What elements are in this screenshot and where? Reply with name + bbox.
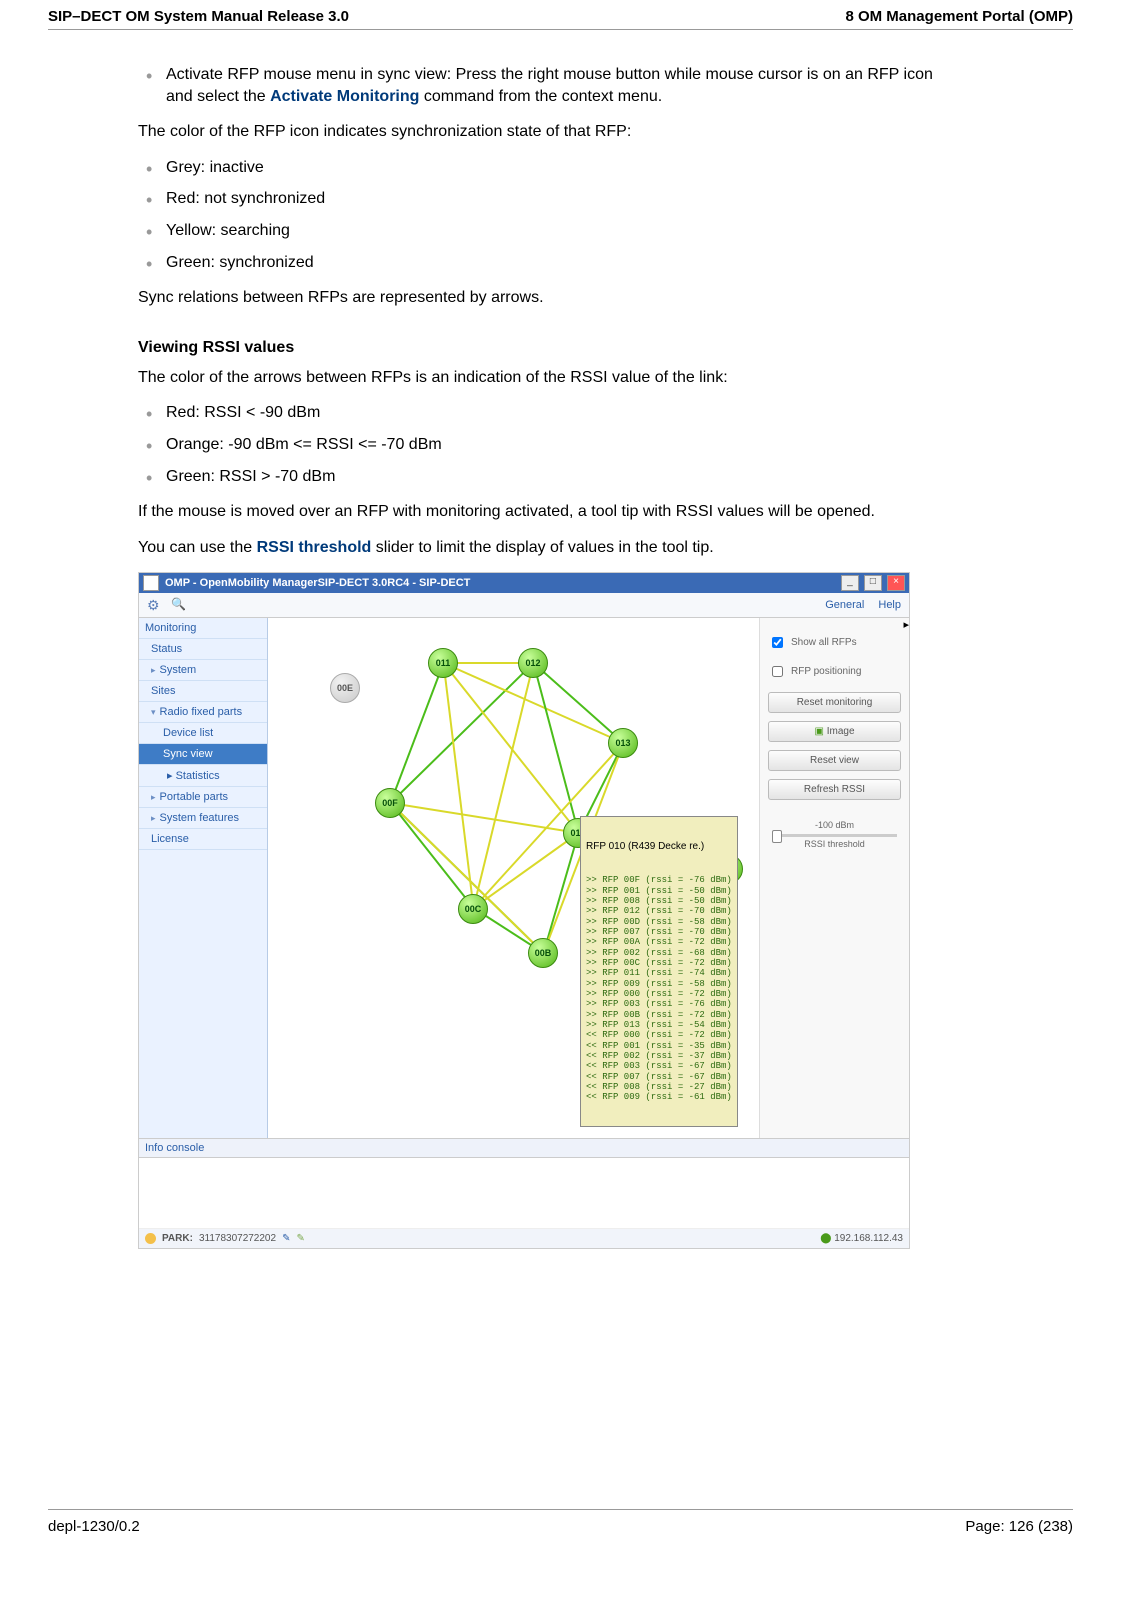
list-item: Orange: -90 dBm <= RSSI <= -70 dBm <box>138 434 938 456</box>
checkbox-label: Show all RFPs <box>791 637 857 648</box>
paragraph: Sync relations between RFPs are represen… <box>138 287 938 309</box>
link-activate-monitoring: Activate Monitoring <box>270 88 419 105</box>
info-console-body <box>139 1158 909 1229</box>
park-label: PARK: <box>162 1233 193 1244</box>
list-item: Red: not synchronized <box>138 188 938 210</box>
title-bar: OMP - OpenMobility ManagerSIP-DECT 3.0RC… <box>139 573 909 593</box>
footer-right: Page: 126 (238) <box>965 1518 1073 1535</box>
rssi-threshold-slider[interactable] <box>772 834 897 837</box>
image-icon: ▣ <box>814 726 823 737</box>
reset-monitoring-button[interactable]: Reset monitoring <box>768 692 901 713</box>
menu-general[interactable]: General <box>825 599 864 611</box>
slider-value: -100 dBm <box>768 820 901 830</box>
slider-caption: RSSI threshold <box>768 839 901 849</box>
menu-help[interactable]: Help <box>878 599 901 611</box>
tool-icon-2[interactable]: ✎ <box>296 1233 304 1244</box>
checkbox-input[interactable] <box>772 666 783 677</box>
reset-view-button[interactable]: Reset view <box>768 750 901 771</box>
tool-icon-1[interactable]: ✎ <box>282 1233 290 1244</box>
tooltip-lines: >> RFP 00F (rssi = -76 dBm)>> RFP 001 (r… <box>586 875 732 1103</box>
search-icon[interactable] <box>171 597 187 613</box>
list-item: Grey: inactive <box>138 157 938 179</box>
nav-status[interactable]: Status <box>139 639 267 660</box>
nav-radio-fixed-parts[interactable]: Radio fixed parts <box>139 702 267 723</box>
menu-bar: General Help <box>139 593 909 618</box>
connection-icon: ⬤ <box>820 1233 831 1244</box>
body-text: slider to limit the display of values in… <box>371 539 713 556</box>
nav-statistics[interactable]: ▸ Statistics <box>139 765 267 787</box>
list-item: Yellow: searching <box>138 220 938 242</box>
image-button-label: Image <box>827 726 855 737</box>
image-button[interactable]: ▣ Image <box>768 721 901 742</box>
collapse-panel-icon[interactable]: ▸ <box>903 618 909 631</box>
slider-thumb[interactable] <box>772 830 782 843</box>
nav-portable-parts[interactable]: Portable parts <box>139 787 267 808</box>
list-item: Green: synchronized <box>138 252 938 274</box>
park-value: 31178307272202 <box>199 1233 276 1244</box>
paragraph: The color of the arrows between RFPs is … <box>138 367 938 389</box>
header-right: 8 OM Management Portal (OMP) <box>845 8 1073 25</box>
list-item: Red: RSSI < -90 dBm <box>138 402 938 424</box>
close-button[interactable]: × <box>887 575 905 591</box>
nav-device-list[interactable]: Device list <box>139 723 267 744</box>
paragraph: If the mouse is moved over an RFP with m… <box>138 501 938 523</box>
nav-sidebar: Monitoring Status System Sites Radio fix… <box>139 618 268 1138</box>
list-item: Activate RFP mouse menu in sync view: Pr… <box>138 64 938 107</box>
status-icon <box>145 1233 156 1244</box>
nav-sites[interactable]: Sites <box>139 681 267 702</box>
side-panel: Show all RFPs RFP positioning Reset moni… <box>759 618 909 1138</box>
nav-license[interactable]: License <box>139 829 267 850</box>
sync-view-canvas[interactable]: 00E 011 012 013 00F 010 00F 00C 00B RFP … <box>268 618 759 1138</box>
body-text: command from the context menu. <box>419 88 662 105</box>
nav-system-features[interactable]: System features <box>139 808 267 829</box>
nav-system[interactable]: System <box>139 660 267 681</box>
minimize-button[interactable]: _ <box>841 575 859 591</box>
footer-left: depl-1230/0.2 <box>48 1518 140 1535</box>
info-console-header[interactable]: Info console <box>139 1139 909 1158</box>
section-heading: Viewing RSSI values <box>138 339 938 357</box>
body-text: You can use the <box>138 539 257 556</box>
paragraph: You can use the RSSI threshold slider to… <box>138 537 938 559</box>
maximize-button[interactable]: □ <box>864 575 882 591</box>
list-item: Green: RSSI > -70 dBm <box>138 466 938 488</box>
link-rssi-threshold: RSSI threshold <box>257 539 372 556</box>
nav-sync-view[interactable]: Sync view <box>139 744 267 765</box>
header-left: SIP–DECT OM System Manual Release 3.0 <box>48 8 349 25</box>
tooltip-title: RFP 010 (R439 Decke re.) <box>586 841 732 853</box>
gear-icon[interactable] <box>147 597 163 613</box>
ip-address: 192.168.112.43 <box>834 1233 903 1244</box>
paragraph: The color of the RFP icon indicates sync… <box>138 121 938 143</box>
app-icon <box>143 575 159 591</box>
checkbox-rfp-positioning[interactable]: RFP positioning <box>768 663 901 680</box>
nav-monitoring[interactable]: Monitoring <box>139 618 267 639</box>
checkbox-input[interactable] <box>772 637 783 648</box>
app-window: OMP - OpenMobility ManagerSIP-DECT 3.0RC… <box>138 572 910 1249</box>
window-title: OMP - OpenMobility ManagerSIP-DECT 3.0RC… <box>165 577 839 589</box>
checkbox-show-all-rfps[interactable]: Show all RFPs <box>768 634 901 651</box>
refresh-rssi-button[interactable]: Refresh RSSI <box>768 779 901 800</box>
rssi-tooltip: RFP 010 (R439 Decke re.) >> RFP 00F (rss… <box>580 816 738 1127</box>
info-console: Info console <box>139 1138 909 1229</box>
nav-statistics-label: Statistics <box>176 770 220 782</box>
status-bar: PARK: 31178307272202 ✎ ✎ ⬤ 192.168.112.4… <box>139 1229 909 1248</box>
checkbox-label: RFP positioning <box>791 666 861 677</box>
